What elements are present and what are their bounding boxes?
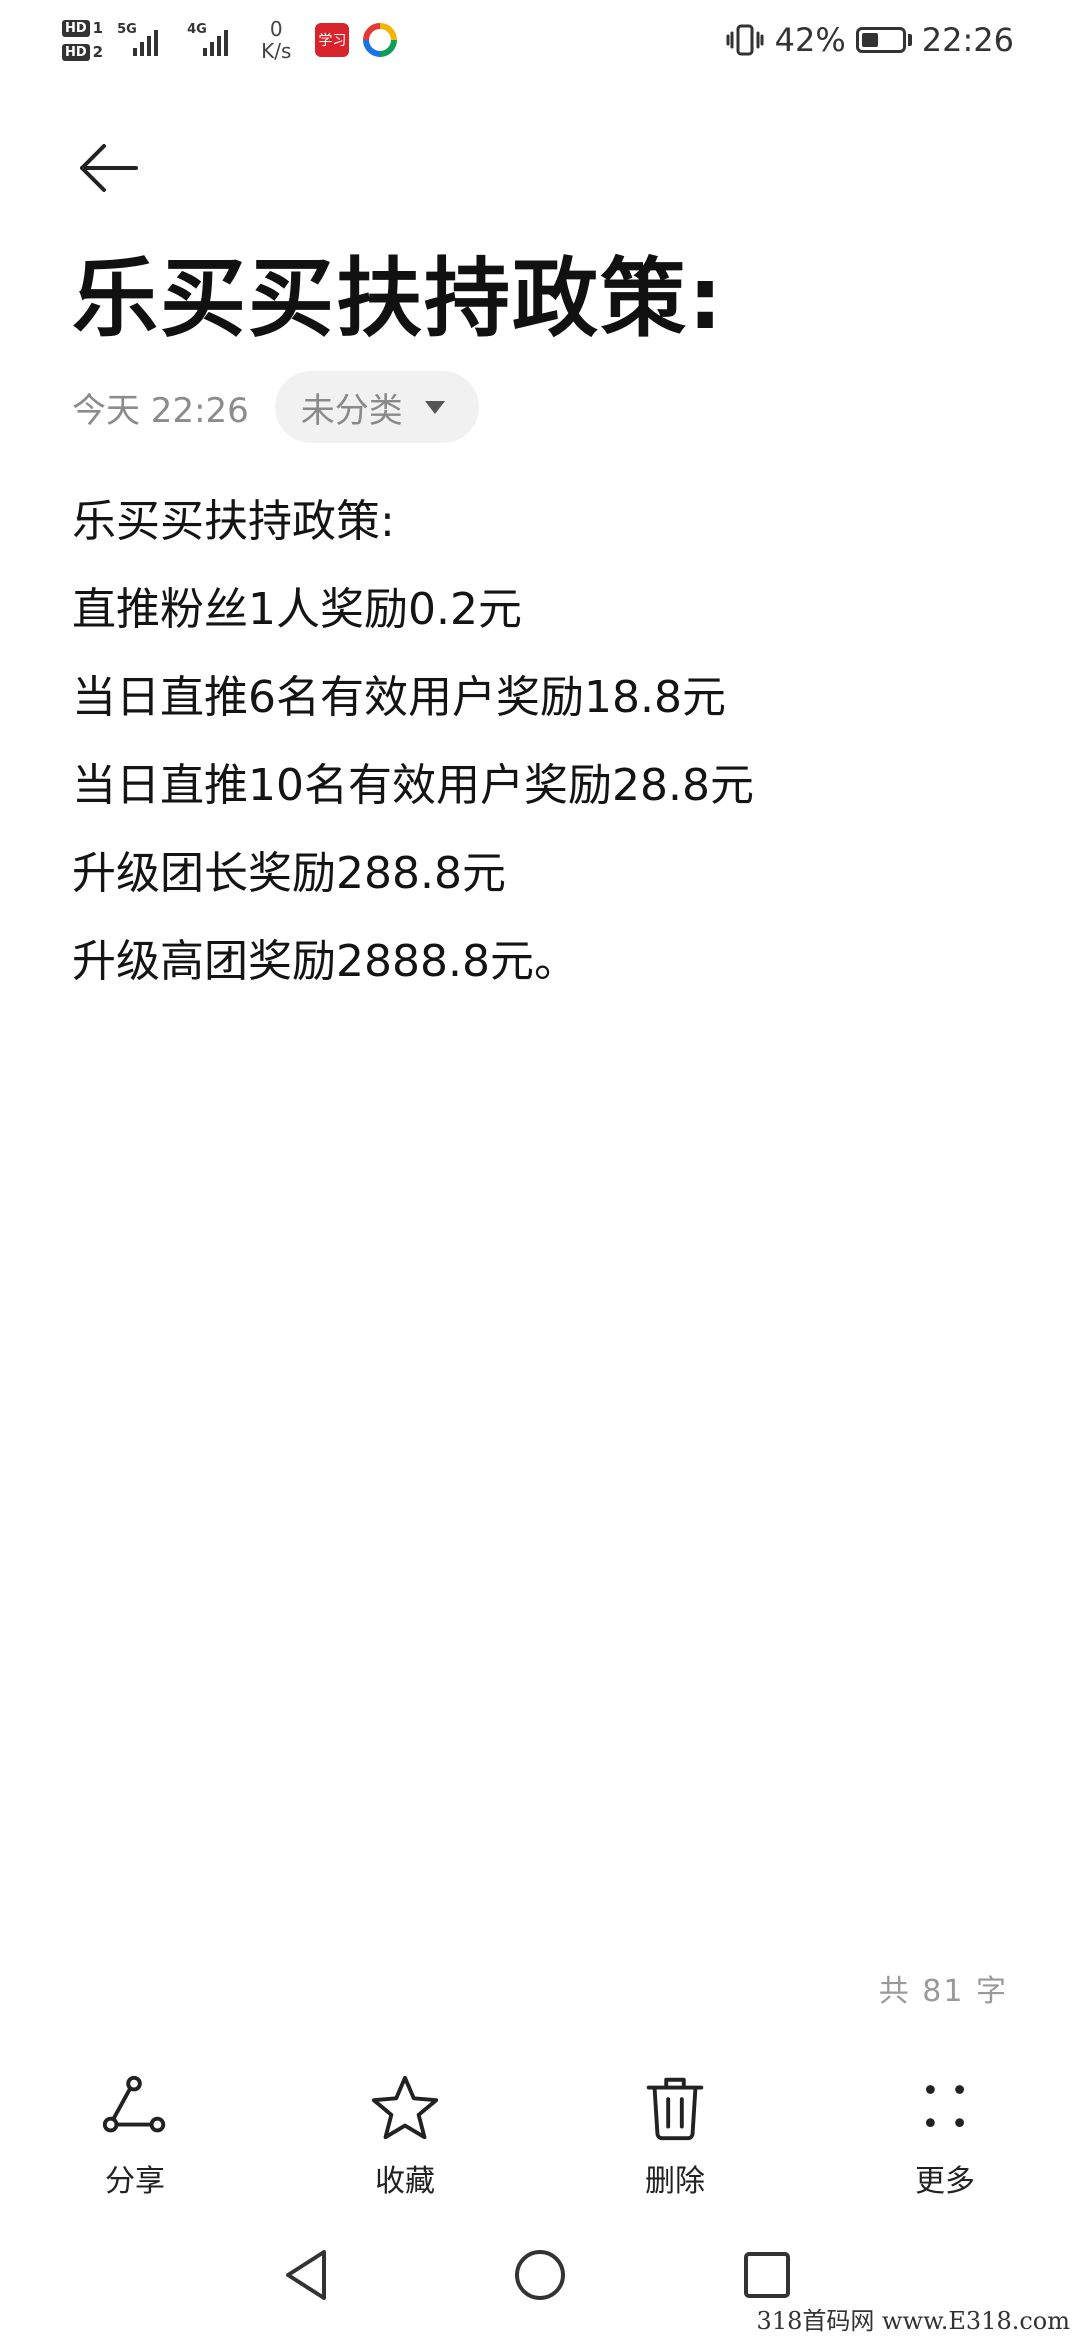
status-right: 42% 22:26 [725, 16, 1014, 64]
status-time: 22:26 [921, 21, 1014, 59]
note-line: 升级团长奖励288.8元 [72, 848, 506, 899]
network-speed-unit: K/s [261, 39, 292, 63]
word-count: 共 81 字 [878, 1974, 1008, 2009]
more-dots-icon [926, 2085, 964, 2127]
study-app-icon: 学习 [315, 23, 350, 57]
watermark-text: 318首码网 www.E318.com [756, 2307, 1070, 2335]
network-speed: 0 K/s [261, 18, 291, 62]
battery-fill [861, 33, 878, 47]
colorful-ring-icon [363, 23, 398, 57]
star-icon [371, 2075, 439, 2140]
delete-label: 删除 [645, 2164, 705, 2199]
share-icon [102, 2075, 166, 2133]
status-bar: HD 1 HD 2 5G 4G 0 K/s 学习 42% 22:26 [0, 0, 1080, 80]
status-left: HD 1 HD 2 5G 4G 0 K/s 学习 [62, 10, 398, 70]
nav-back-icon[interactable] [274, 2242, 340, 2308]
signal-5g-icon: 5G [117, 20, 173, 60]
sim1-hd-label: HD [62, 19, 90, 37]
nav-home-icon[interactable] [507, 2242, 573, 2308]
signal-4g-icon: 4G [187, 20, 243, 60]
battery-icon [855, 27, 912, 53]
note-line: 当日直推10名有效用户奖励28.8元 [72, 760, 754, 811]
more-label: 更多 [915, 2164, 975, 2199]
sim2-index: 2 [92, 43, 104, 61]
note-line: 乐买买扶持政策: [72, 496, 395, 547]
category-dropdown[interactable]: 未分类 [274, 371, 479, 443]
note-title[interactable]: 乐买买扶持政策: [72, 244, 724, 354]
trash-icon [646, 2077, 704, 2141]
delete-button[interactable]: 删除 [540, 2070, 810, 2200]
share-button[interactable]: 分享 [0, 2070, 270, 2200]
back-arrow-icon[interactable] [70, 130, 150, 210]
vibrate-icon [726, 24, 764, 56]
more-button[interactable]: 更多 [810, 2070, 1080, 2200]
sim1-hd-badge: HD 1 [62, 19, 103, 37]
note-meta: 今天 22:26 未分类 [72, 370, 479, 444]
note-date: 今天 22:26 [72, 390, 249, 431]
note-body-editor[interactable]: 乐买买扶持政策: 直推粉丝1人奖励0.2元 当日直推6名有效用户奖励18.8元 … [72, 478, 1012, 1006]
sim2-hd-label: HD [62, 43, 90, 61]
sim2-hd-badge: HD 2 [62, 43, 103, 61]
note-line: 升级高团奖励2888.8元。 [72, 936, 578, 987]
bottom-toolbar: 分享 收藏 删除 更多 [0, 2070, 1080, 2200]
nav-recents-icon[interactable] [734, 2242, 800, 2308]
note-line: 当日直推6名有效用户奖励18.8元 [72, 672, 726, 723]
sim-indicators: HD 1 HD 2 [62, 19, 103, 61]
battery-percent: 42% [774, 21, 846, 59]
favorite-label: 收藏 [375, 2164, 435, 2199]
share-label: 分享 [105, 2164, 165, 2199]
network-speed-value: 0 [269, 17, 283, 41]
caret-down-icon [424, 400, 445, 414]
note-line: 直推粉丝1人奖励0.2元 [72, 584, 522, 635]
favorite-button[interactable]: 收藏 [270, 2070, 540, 2200]
sim1-index: 1 [92, 19, 104, 37]
category-label: 未分类 [300, 390, 403, 431]
